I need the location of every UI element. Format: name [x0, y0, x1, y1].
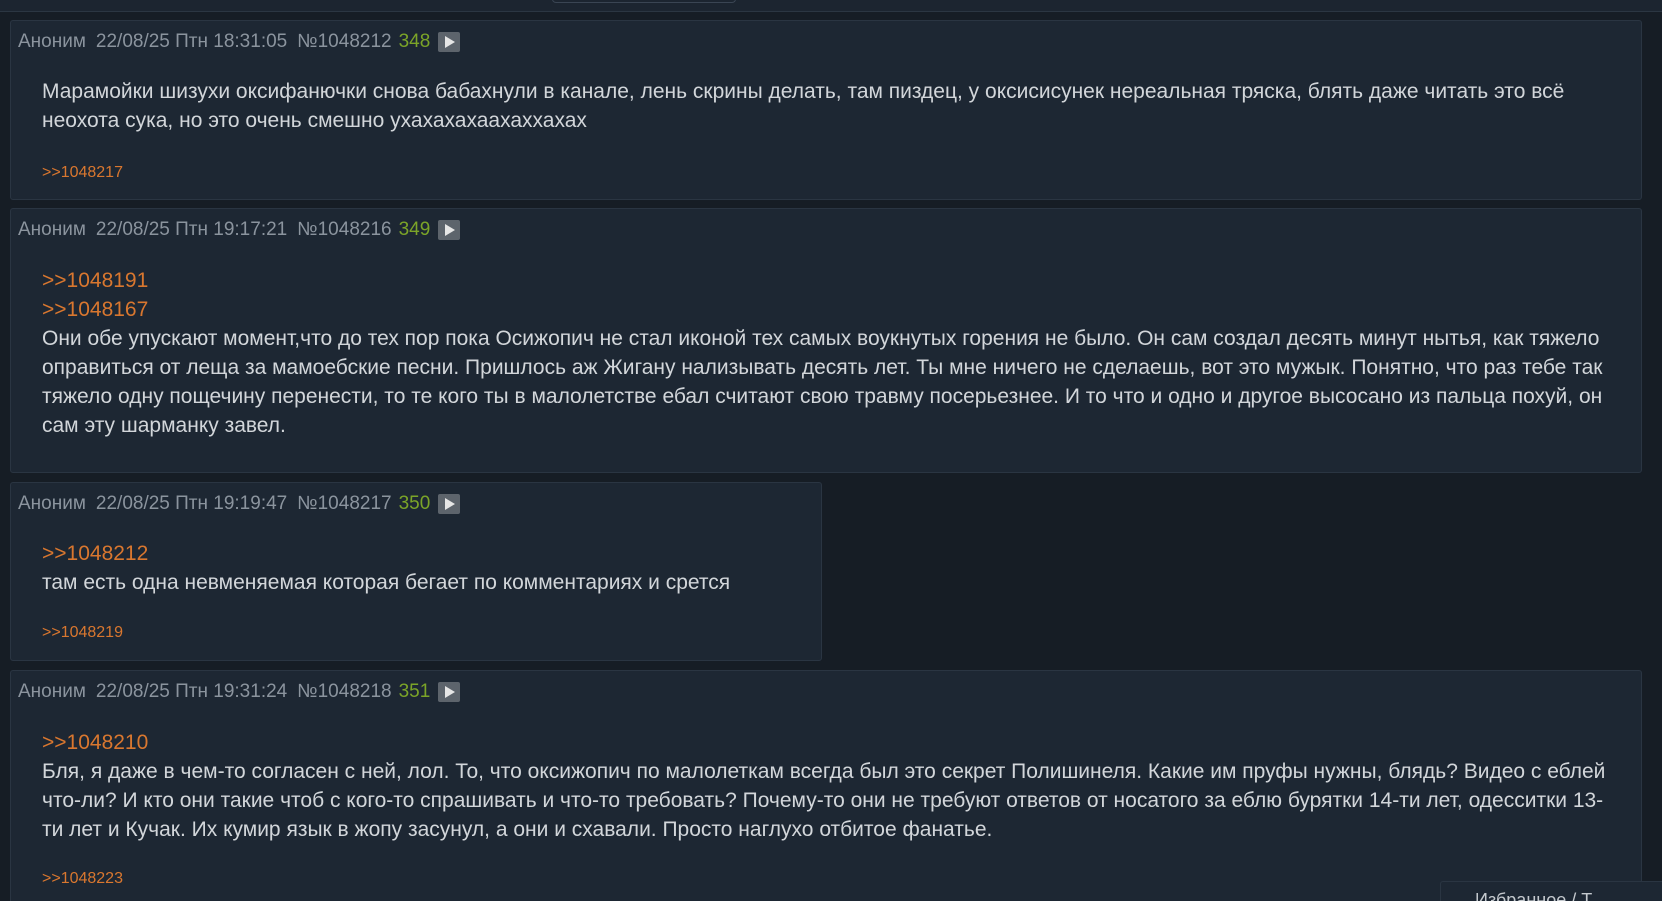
post-author: Аноним: [18, 681, 86, 702]
post-header: Аноним 22/08/25 Птн 19:17:21 №1048216 34…: [18, 219, 461, 241]
post-number[interactable]: №1048217: [297, 493, 391, 515]
post-text: Бля, я даже в чем-то согласен с ней, лол…: [42, 760, 1606, 841]
post-text: Они обе упускают момент,что до тех пор п…: [42, 327, 1603, 437]
post-number[interactable]: №1048218: [297, 681, 391, 703]
top-tab[interactable]: [552, 0, 736, 3]
top-bar: [0, 0, 1662, 12]
post-body: Марамойки шизухи оксифанючки снова бабах…: [42, 77, 1617, 135]
play-icon[interactable]: [438, 494, 461, 514]
favorites-panel[interactable]: Избранное / Т...: [1440, 881, 1662, 901]
favorites-panel-label: Избранное / Т...: [1475, 890, 1606, 901]
post-text: там есть одна невменяемая которая бегает…: [42, 571, 731, 594]
reply-link[interactable]: >>1048191: [42, 266, 1617, 295]
reply-count: 348: [398, 31, 431, 52]
reply-link[interactable]: >>1048212: [42, 539, 797, 568]
thread-page: Аноним 22/08/25 Птн 18:31:05 №1048212 34…: [0, 0, 1662, 901]
post-author: Аноним: [18, 493, 86, 514]
post-header: Аноним 22/08/25 Птн 18:31:05 №1048212 34…: [18, 31, 461, 53]
post-author: Аноним: [18, 31, 86, 52]
reply-link[interactable]: >>1048167: [42, 295, 1617, 324]
post-1048218: Аноним 22/08/25 Птн 19:31:24 №1048218 35…: [10, 670, 1642, 901]
reply-count: 349: [398, 219, 431, 240]
post-1048212: Аноним 22/08/25 Птн 18:31:05 №1048212 34…: [10, 20, 1642, 200]
post-header: Аноним 22/08/25 Птн 19:19:47 №1048217 35…: [18, 493, 461, 515]
post-1048216: Аноним 22/08/25 Птн 19:17:21 №1048216 34…: [10, 208, 1642, 473]
reply-count: 351: [398, 681, 431, 702]
post-number[interactable]: №1048216: [297, 219, 391, 241]
play-icon[interactable]: [438, 32, 461, 52]
post-header: Аноним 22/08/25 Птн 19:31:24 №1048218 35…: [18, 681, 461, 703]
post-datetime: 22/08/25 Птн 19:19:47: [95, 493, 288, 514]
reply-count: 350: [398, 493, 431, 514]
reply-link[interactable]: >>1048210: [42, 728, 1617, 757]
post-text: Марамойки шизухи оксифанючки снова бабах…: [42, 80, 1565, 132]
post-number[interactable]: №1048212: [297, 31, 391, 53]
post-datetime: 22/08/25 Птн 18:31:05: [95, 31, 288, 52]
post-body: >>1048210 Бля, я даже в чем-то согласен …: [42, 728, 1617, 844]
play-icon[interactable]: [438, 220, 461, 240]
post-datetime: 22/08/25 Птн 19:17:21: [95, 219, 288, 240]
post-body: >>1048191 >>1048167 Они обе упускают мом…: [42, 266, 1617, 440]
post-1048217: Аноним 22/08/25 Птн 19:19:47 №1048217 35…: [10, 482, 822, 661]
post-datetime: 22/08/25 Птн 19:31:24: [95, 681, 288, 702]
post-author: Аноним: [18, 219, 86, 240]
post-body: >>1048212 там есть одна невменяемая кото…: [42, 539, 797, 597]
backlink[interactable]: >>1048219: [42, 624, 123, 642]
backlink[interactable]: >>1048217: [42, 164, 123, 182]
play-icon[interactable]: [438, 682, 461, 702]
backlink[interactable]: >>1048223: [42, 870, 123, 888]
